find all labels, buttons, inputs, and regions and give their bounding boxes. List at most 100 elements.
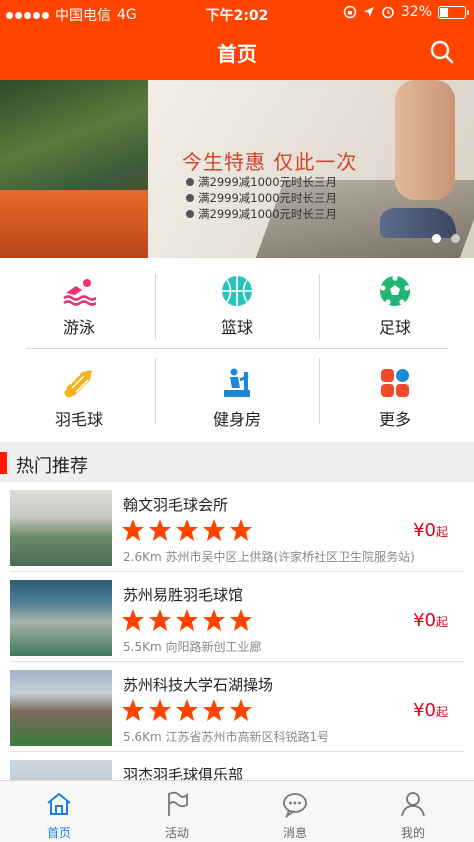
list-item[interactable]: 翰文羽毛球会所 2.6Km 苏州市吴中区上供路(许家桥社区卫生院服务站) ¥0起 [0,482,474,572]
rating-stars [121,518,253,542]
venue-name: 翰文羽毛球会所 [123,496,229,514]
list-item[interactable]: 苏州易胜羽毛球馆 5.5Km 向阳路新创工业廊 ¥0起 [0,572,474,662]
venue-thumbnail [10,580,112,656]
category-swimming[interactable]: 游泳 [0,258,158,348]
basketball-icon [222,276,252,306]
venue-address: 5.6Km 江苏省苏州市高新区科锐路1号 [123,730,330,744]
bullet-icon [186,178,194,186]
tab-home[interactable]: 首页 [0,781,118,842]
venue-price: ¥0起 [413,610,448,631]
category-gym[interactable]: 健身房 [158,350,316,440]
star-icon [176,519,198,541]
venue-thumbnail [10,670,112,746]
battery-icon [438,5,469,19]
tab-activity[interactable]: 活动 [118,781,236,842]
venue-list: 翰文羽毛球会所 2.6Km 苏州市吴中区上供路(许家桥社区卫生院服务站) ¥0起… [0,482,474,780]
star-icon [176,609,198,631]
star-icon [122,609,144,631]
grid-divider [155,358,156,424]
star-icon [176,699,198,721]
venue-address: 2.6Km 苏州市吴中区上供路(许家桥社区卫生院服务站) [123,550,415,564]
category-label: 更多 [378,410,411,429]
bullet-icon [186,194,194,202]
category-label: 羽毛球 [54,410,103,429]
promo-headline: 今生特惠 仅此一次 [182,150,358,174]
alarm-icon [382,6,394,19]
star-icon [149,609,171,631]
section-header: 热门推荐 [0,442,474,482]
pager-dot-1[interactable] [432,234,441,243]
star-icon [149,699,171,721]
rating-stars [121,608,253,632]
promo-lines: 满2999减1000元时长三月 满2999减1000元时长三月 满2999减10… [186,174,337,222]
swimming-icon [63,279,96,306]
category-grid: 游泳 篮球 足球 羽毛球 健身房 更多 [0,258,474,442]
location-icon [363,7,374,17]
star-icon [122,699,144,721]
venue-price: ¥0起 [413,700,448,721]
venue-address: 5.5Km 向阳路新创工业廊 [123,640,262,654]
star-icon [203,609,225,631]
star-icon [230,609,252,631]
star-icon [230,699,252,721]
venue-name: 苏州科技大学石湖操场 [123,676,274,694]
price-suffix: 起 [435,525,448,539]
grid-divider [26,348,448,349]
star-icon [203,519,225,541]
star-icon [149,519,171,541]
category-label: 足球 [378,318,411,337]
battery-percent: 32% [400,4,432,20]
venue-thumbnail [10,760,112,780]
tab-label: 活动 [164,826,189,840]
category-soccer[interactable]: 足球 [316,258,474,348]
venue-thumbnail [10,490,112,566]
home-icon [47,793,71,815]
tab-messages[interactable]: 消息 [236,781,354,842]
message-icon [283,793,307,818]
tab-label: 我的 [400,826,425,840]
price-suffix: 起 [435,615,448,629]
search-icon [430,40,454,64]
profile-icon [401,792,425,817]
search-button[interactable] [428,38,456,66]
venue-name: 苏州易胜羽毛球馆 [123,586,244,604]
runner-leg [395,80,455,200]
category-more[interactable]: 更多 [316,350,474,440]
bullet-icon [186,210,194,218]
more-icon [381,369,409,397]
star-icon [122,519,144,541]
banner-pager[interactable] [432,234,460,243]
price-value: ¥0 [413,610,436,631]
grid-divider [319,358,320,424]
star-icon [230,519,252,541]
badminton-icon [64,370,92,398]
status-right: 32% [343,4,469,20]
gym-icon [224,368,250,397]
promo-banner[interactable]: 今生特惠 仅此一次 满2999减1000元时长三月 满2999减1000元时长三… [0,80,474,258]
orientation-lock-icon [343,5,357,19]
raft-image [0,190,148,258]
promo-line: 满2999减1000元时长三月 [198,207,338,221]
rating-stars [121,698,253,722]
price-value: ¥0 [413,520,436,541]
list-item[interactable]: 羽杰羽毛球俱乐部 [0,752,474,780]
list-item[interactable]: 苏州科技大学石湖操场 5.6Km 江苏省苏州市高新区科锐路1号 ¥0起 [0,662,474,752]
venue-name: 羽杰羽毛球俱乐部 [123,766,244,780]
promo-line: 满2999减1000元时长三月 [198,191,338,205]
top-bar: 中国电信 4G 下午2:02 32% 首页 [0,0,474,80]
page-title: 首页 [217,42,257,66]
category-badminton[interactable]: 羽毛球 [0,350,158,440]
tab-profile[interactable]: 我的 [354,781,472,842]
flag-icon [168,791,188,816]
pager-dot-2[interactable] [451,234,460,243]
promo-line: 满2999减1000元时长三月 [198,175,338,189]
price-suffix: 起 [435,705,448,719]
grid-divider [155,274,156,340]
grid-divider [319,274,320,340]
category-label: 游泳 [62,318,95,337]
category-basketball[interactable]: 篮球 [158,258,316,348]
venue-price: ¥0起 [413,520,448,541]
category-label: 篮球 [220,318,253,337]
status-bar: 中国电信 4G 下午2:02 32% [0,0,474,26]
category-label: 健身房 [212,410,261,429]
